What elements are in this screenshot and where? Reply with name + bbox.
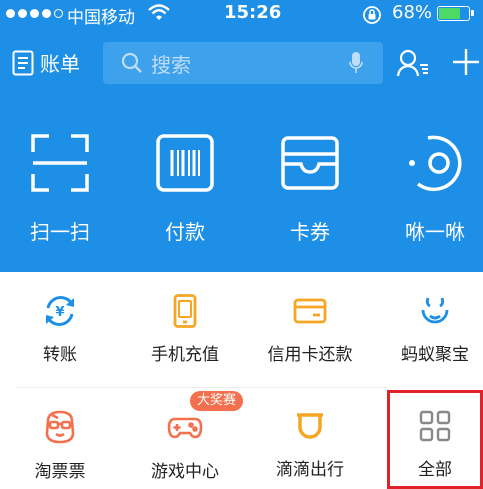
service-ant-fortune[interactable]: 蚂蚁聚宝 xyxy=(375,294,483,365)
status-bar: 中国移动 15:26 68% xyxy=(0,0,483,28)
contacts-icon[interactable] xyxy=(396,48,430,78)
card-wallet-icon xyxy=(281,136,339,190)
plus-icon[interactable] xyxy=(452,48,480,76)
service-label: 蚂蚁聚宝 xyxy=(401,345,469,365)
service-label: 游戏中心 xyxy=(151,462,219,482)
service-label: 信用卡还款 xyxy=(267,345,353,365)
search-icon xyxy=(121,52,142,73)
barcode-icon xyxy=(156,134,214,192)
action-pay[interactable]: 付款 xyxy=(125,134,245,245)
action-card[interactable]: 卡券 xyxy=(250,134,370,245)
scan-icon xyxy=(31,134,89,192)
action-label: 卡券 xyxy=(290,220,330,244)
didi-icon xyxy=(297,413,323,439)
search-input[interactable]: 搜索 xyxy=(103,42,383,84)
service-label: 淘票票 xyxy=(34,462,86,482)
bill-icon xyxy=(12,50,34,75)
service-didi[interactable]: 滴滴出行 xyxy=(250,409,370,480)
transfer-icon: ¥ xyxy=(46,296,74,326)
clock: 15:26 xyxy=(224,2,282,23)
service-label: 转账 xyxy=(43,345,77,365)
taopiaopiao-icon xyxy=(45,410,75,444)
row-divider xyxy=(16,387,387,388)
battery-fill xyxy=(439,8,461,19)
xiu-icon xyxy=(409,135,462,192)
bill-label: 账单 xyxy=(40,52,80,76)
service-taopiaopiao[interactable]: 淘票票 xyxy=(0,409,120,482)
rotation-lock-icon xyxy=(362,5,382,30)
carrier-name: 中国移动 xyxy=(67,8,135,28)
service-label: 手机充值 xyxy=(151,345,219,365)
bill-button[interactable]: 账单 xyxy=(12,48,80,77)
signal-strength-icon xyxy=(6,9,63,18)
service-game-center[interactable]: 游戏中心 xyxy=(125,409,245,482)
action-label: 付款 xyxy=(165,220,205,244)
ant-fortune-icon xyxy=(421,297,449,324)
action-xiu[interactable]: 咻一咻 xyxy=(375,134,483,245)
search-placeholder: 搜索 xyxy=(151,52,191,77)
microphone-icon[interactable] xyxy=(349,51,363,75)
battery-icon xyxy=(437,6,474,21)
gamepad-icon xyxy=(167,417,203,439)
action-label: 扫一扫 xyxy=(30,220,90,244)
action-scan[interactable]: 扫一扫 xyxy=(0,134,120,245)
service-credit-card[interactable]: 信用卡还款 xyxy=(250,294,370,365)
phone-recharge-icon xyxy=(173,294,197,328)
service-label: 滴滴出行 xyxy=(276,460,344,480)
promo-badge: 大奖赛 xyxy=(190,391,244,411)
action-label: 咻一咻 xyxy=(405,220,465,244)
battery-percent: 68% xyxy=(392,2,433,23)
service-phone-recharge[interactable]: 手机充值 xyxy=(125,294,245,365)
wifi-icon xyxy=(148,4,170,27)
highlight-box xyxy=(387,390,483,489)
credit-card-icon xyxy=(293,298,327,324)
service-transfer[interactable]: ¥ 转账 xyxy=(0,294,120,365)
svg-text:¥: ¥ xyxy=(55,305,64,320)
